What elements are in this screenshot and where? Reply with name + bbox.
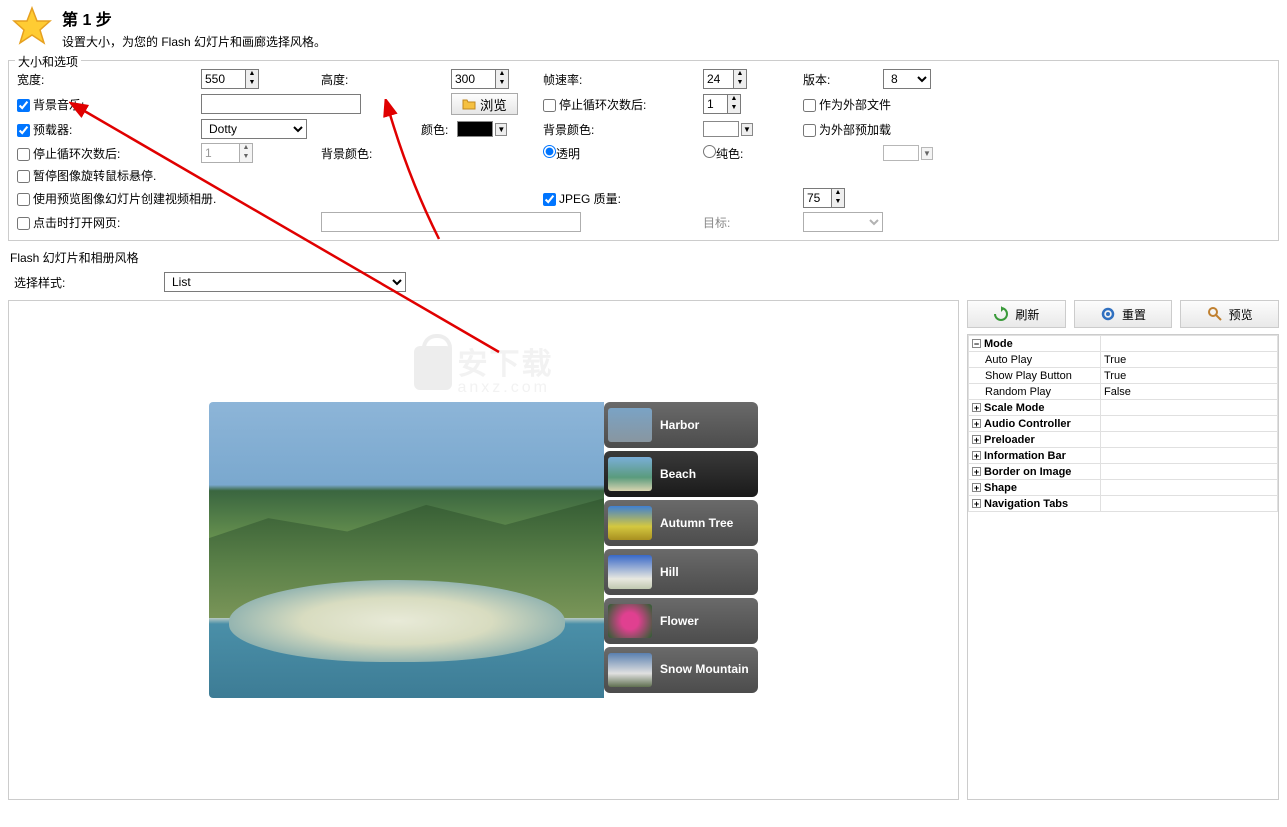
chevron-down-icon: ▼ [741,123,753,136]
bgmusic-checkbox[interactable]: 背景音乐: [17,96,84,113]
preloader-color-swatch[interactable]: ▼ [457,121,507,137]
external-file-checkbox[interactable]: 作为外部文件 [803,96,891,113]
version-select[interactable]: 8 [883,69,931,89]
bgmusic-input[interactable] [201,94,361,114]
style-section-title: Flash 幻灯片和相册风格 [10,249,1277,266]
height-label: 高度: [321,71,348,88]
use-preview-checkbox[interactable]: 使用预览图像幻灯片创建视频相册. [17,190,216,207]
thumb-item-harbor[interactable]: Harbor [604,402,758,448]
bgcolor2-label: 背景颜色: [321,145,372,162]
thumb-item-flower[interactable]: Flower [604,598,758,644]
open-url-input[interactable] [321,212,581,232]
external-preload-checkbox[interactable]: 为外部预加载 [803,121,891,138]
expand-icon[interactable]: + [972,451,981,460]
bgcolor-swatch[interactable]: ▼ [703,121,753,137]
width-label: 宽度: [17,71,57,88]
solid-radio[interactable]: 纯色: [703,145,743,162]
tree-cat-navtabs[interactable]: +Navigation Tabs [969,496,1278,512]
transparent-radio[interactable]: 透明 [543,145,580,162]
open-url-checkbox[interactable]: 点击时打开网页: [17,214,120,231]
stoploop-input[interactable]: ▲▼ [201,143,253,163]
tree-item-autoplay[interactable]: Auto PlayTrue [969,352,1278,368]
expand-icon[interactable]: + [972,467,981,476]
pause-on-hover-checkbox[interactable]: 暂停图像旋转鼠标悬停. [17,167,156,184]
target-select[interactable] [803,212,883,232]
main-preview-image [209,402,604,698]
expand-icon[interactable]: + [972,499,981,508]
expand-icon[interactable]: + [972,419,981,428]
target-label: 目标: [703,214,730,231]
star-icon [12,6,52,46]
thumb-item-beach[interactable]: Beach [604,451,758,497]
tree-item-randomplay[interactable]: Random PlayFalse [969,384,1278,400]
stoploop-after-input[interactable]: ▲▼ [703,94,741,114]
expand-icon[interactable]: + [972,403,981,412]
preview-panel: 安下载anxz.com Harbor Beach Autumn Tree Hil… [8,300,959,800]
stoploop-after-checkbox[interactable]: 停止循环次数后: [543,96,646,113]
preloader-select[interactable]: Dotty [201,119,307,139]
expand-icon[interactable]: + [972,483,981,492]
expand-icon[interactable]: + [972,435,981,444]
style-select[interactable]: List [164,272,406,292]
style-label: 选择样式: [14,274,164,291]
tree-cat-shape[interactable]: +Shape [969,480,1278,496]
tree-cat-infobar[interactable]: +Information Bar [969,448,1278,464]
collapse-icon[interactable]: − [972,339,981,348]
tree-cat-preloader[interactable]: +Preloader [969,432,1278,448]
properties-tree[interactable]: −Mode Auto PlayTrue Show Play ButtonTrue… [967,334,1279,800]
tree-item-showplaybtn[interactable]: Show Play ButtonTrue [969,368,1278,384]
step-desc: 设置大小，为您的 Flash 幻灯片和画廊选择风格。 [62,33,326,50]
tree-cat-mode[interactable]: −Mode [969,336,1278,352]
framerate-label: 帧速率: [543,71,582,88]
stoploop-checkbox[interactable]: 停止循环次数后: [17,145,120,162]
thumb-item-snow[interactable]: Snow Mountain [604,647,758,693]
reset-button[interactable]: 重置 [1074,300,1173,328]
chevron-down-icon: ▼ [921,147,933,160]
magnifier-icon [1207,306,1223,322]
tree-cat-border[interactable]: +Border on Image [969,464,1278,480]
refresh-button[interactable]: 刷新 [967,300,1066,328]
wizard-header: 第 1 步 设置大小，为您的 Flash 幻灯片和画廊选择风格。 [0,0,1287,56]
folder-icon [462,97,476,111]
watermark-icon: 安下载anxz.com [414,339,554,397]
bgcolor-label: 背景颜色: [543,121,594,138]
step-title: 第 1 步 [62,6,326,30]
version-label: 版本: [803,71,830,88]
preview-button[interactable]: 预览 [1180,300,1279,328]
thumb-item-autumn[interactable]: Autumn Tree [604,500,758,546]
size-options-fieldset: 大小和选项 宽度: ▲▼ 高度: ▲▼ 帧速率: ▲▼ 版本: 8 背景音乐: … [8,60,1279,241]
color-label: 颜色: [421,121,448,138]
preloader-checkbox[interactable]: 预载器: [17,121,72,138]
fieldset-title: 大小和选项 [15,53,81,70]
browse-button[interactable]: 浏览 [451,93,518,115]
thumb-item-hill[interactable]: Hill [604,549,758,595]
refresh-icon [993,306,1009,322]
width-input[interactable]: ▲▼ [201,69,259,89]
chevron-down-icon: ▼ [495,123,507,136]
solid-color-swatch[interactable]: ▼ [883,145,933,161]
framerate-input[interactable]: ▲▼ [703,69,747,89]
jpeg-quality-checkbox[interactable]: JPEG 质量: [543,190,621,207]
thumbnail-list: Harbor Beach Autumn Tree Hill Flower Sno… [604,402,758,698]
gear-icon [1100,306,1116,322]
tree-cat-audio[interactable]: +Audio Controller [969,416,1278,432]
slideshow-preview: Harbor Beach Autumn Tree Hill Flower Sno… [209,402,758,698]
tree-cat-scale[interactable]: +Scale Mode [969,400,1278,416]
jpeg-quality-input[interactable]: ▲▼ [803,188,845,208]
height-input[interactable]: ▲▼ [451,69,509,89]
